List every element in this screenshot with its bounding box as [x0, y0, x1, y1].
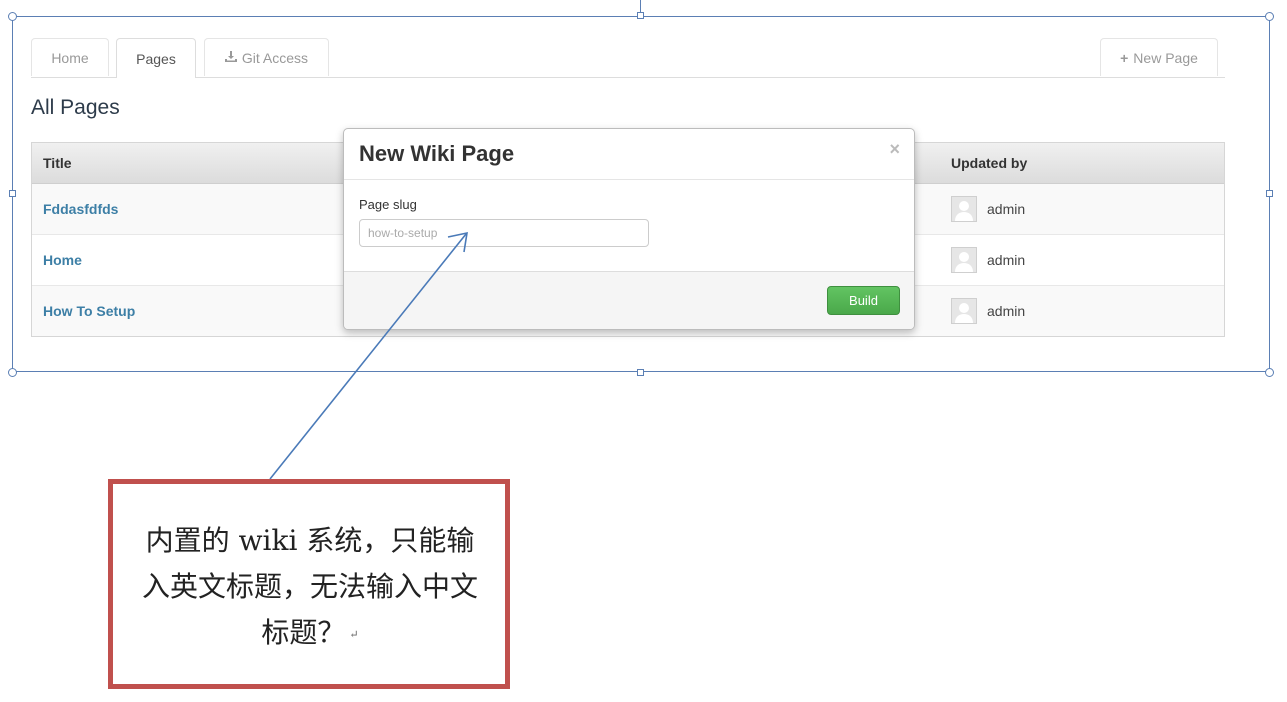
page-slug-input[interactable] — [359, 219, 649, 247]
new-wiki-page-modal: New Wiki Page × Page slug Build — [343, 128, 915, 330]
page-title: All Pages — [31, 96, 120, 119]
modal-title: New Wiki Page — [359, 141, 515, 166]
page-link[interactable]: Home — [43, 235, 82, 285]
resize-handle-top-left[interactable] — [8, 12, 17, 21]
resize-handle-bottom[interactable] — [637, 369, 644, 376]
tab-label: Git Access — [241, 49, 309, 66]
avatar — [951, 247, 977, 273]
modal-header: New Wiki Page × — [344, 129, 914, 180]
new-page-label: New Page — [1133, 49, 1198, 66]
tab-label: Home — [51, 49, 89, 66]
tab-home[interactable]: Home — [31, 38, 109, 76]
nav-tabs: Home Pages Git Access + New Page — [31, 38, 1225, 78]
resize-handle-left[interactable] — [9, 190, 16, 197]
updated-by-user: admin — [987, 303, 1026, 319]
column-header-title[interactable]: Title — [43, 143, 72, 183]
tab-pages[interactable]: Pages — [116, 38, 196, 78]
resize-handle-top[interactable] — [637, 12, 644, 19]
avatar — [951, 298, 977, 324]
rotation-handle-line — [640, 0, 641, 12]
page-link[interactable]: How To Setup — [43, 286, 135, 336]
build-button[interactable]: Build — [827, 286, 900, 315]
resize-handle-top-right[interactable] — [1265, 12, 1274, 21]
page-slug-label: Page slug — [359, 197, 417, 212]
annotation-text: 内置的 wiki 系统，只能输入英文标题，无法输入中文标题？ ↵ — [135, 518, 485, 658]
column-header-updated-by[interactable]: Updated by — [951, 143, 1027, 183]
avatar — [951, 196, 977, 222]
download-icon — [224, 50, 237, 65]
resize-handle-right[interactable] — [1266, 190, 1273, 197]
updated-by-user: admin — [987, 201, 1026, 217]
annotation-callout: 内置的 wiki 系统，只能输入英文标题，无法输入中文标题？ ↵ — [108, 479, 510, 689]
plus-icon: + — [1120, 49, 1129, 66]
page-link[interactable]: Fddasfdfds — [43, 184, 118, 234]
annotation-body: 内置的 wiki 系统，只能输入英文标题，无法输入中文标题？ — [141, 524, 478, 649]
close-icon[interactable]: × — [889, 139, 900, 160]
updated-by-user: admin — [987, 252, 1026, 268]
tab-git-access[interactable]: Git Access — [204, 38, 329, 76]
modal-footer: Build — [344, 271, 914, 329]
resize-handle-bottom-left[interactable] — [8, 368, 17, 377]
tab-label: Pages — [136, 50, 176, 67]
paragraph-mark: ↵ — [349, 627, 359, 641]
new-page-button[interactable]: + New Page — [1100, 38, 1218, 76]
resize-handle-bottom-right[interactable] — [1265, 368, 1274, 377]
